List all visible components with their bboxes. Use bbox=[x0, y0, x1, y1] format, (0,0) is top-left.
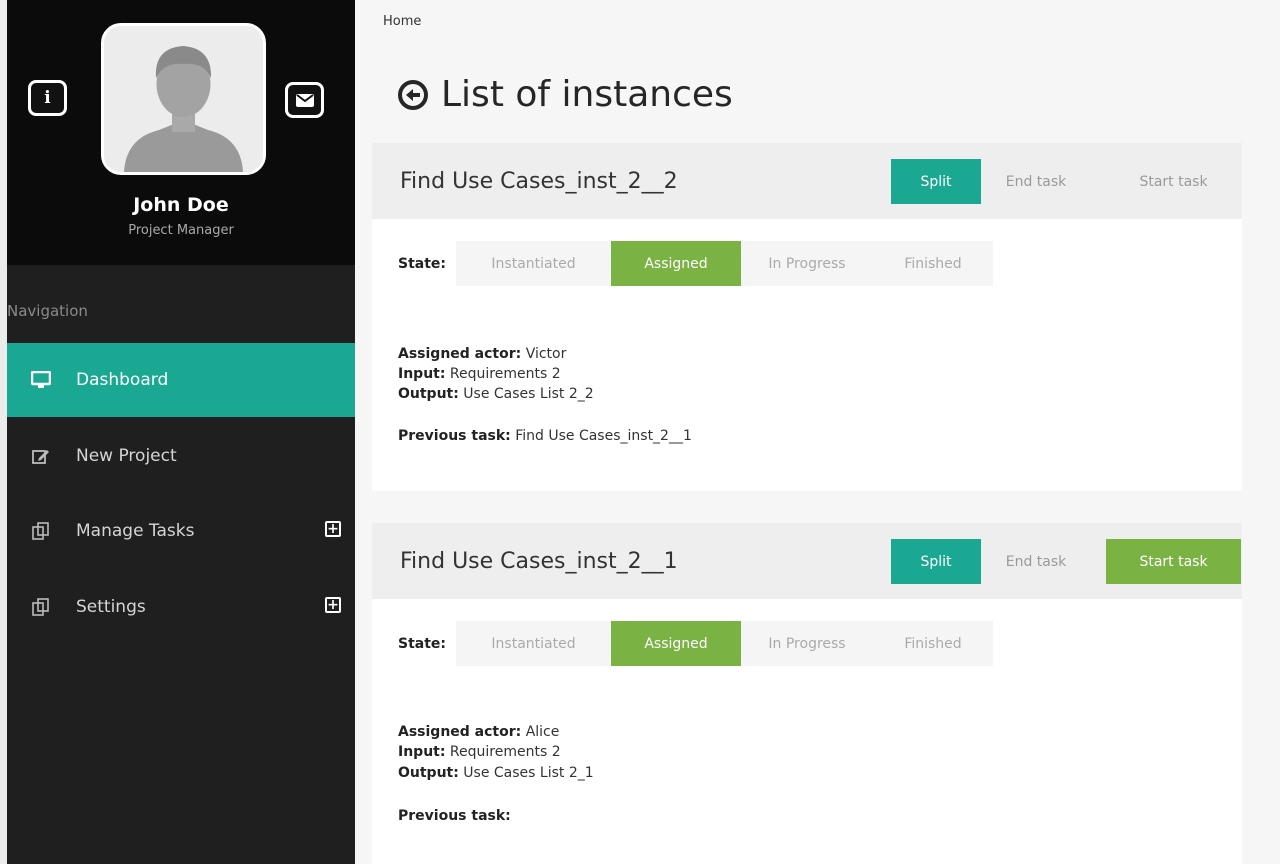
state-instantiated[interactable]: Instantiated bbox=[456, 241, 612, 286]
sidebar-item-label: New Project bbox=[76, 446, 177, 466]
start-task-button[interactable]: Start task bbox=[1106, 159, 1241, 204]
main-content: Home List of instances Find Use Cases_in… bbox=[355, 0, 1280, 864]
output-field: Output: Use Cases List 2_2 bbox=[398, 386, 594, 402]
state-row: State: Instantiated Assigned In Progress… bbox=[398, 621, 994, 666]
instance-card-body: State: Instantiated Assigned In Progress… bbox=[372, 599, 1242, 864]
info-icon[interactable]: i bbox=[28, 80, 67, 116]
instance-title: Find Use Cases_inst_2__1 bbox=[400, 548, 678, 574]
previous-task: Previous task: Find Use Cases_inst_2__1 bbox=[398, 428, 692, 444]
state-instantiated[interactable]: Instantiated bbox=[456, 621, 612, 666]
state-row: State: Instantiated Assigned In Progress… bbox=[398, 241, 994, 286]
output-field: Output: Use Cases List 2_1 bbox=[398, 765, 594, 781]
sidebar-item-new-project[interactable]: New Project bbox=[7, 419, 355, 493]
profile-panel: i John Doe Project Manager bbox=[7, 0, 355, 265]
sidebar-item-manage-tasks[interactable]: Manage Tasks + bbox=[7, 494, 355, 568]
state-finished[interactable]: Finished bbox=[873, 621, 994, 666]
input-field: Input: Requirements 2 bbox=[398, 366, 561, 382]
split-button[interactable]: Split bbox=[891, 159, 981, 204]
instance-card-header: Find Use Cases_inst_2__1 Split End task … bbox=[372, 523, 1242, 599]
edit-icon bbox=[30, 445, 52, 467]
split-button[interactable]: Split bbox=[891, 539, 981, 584]
sidebar-item-settings[interactable]: Settings + bbox=[7, 570, 355, 644]
assigned-actor: Assigned actor: Alice bbox=[398, 724, 560, 740]
state-assigned[interactable]: Assigned bbox=[611, 621, 742, 666]
assigned-actor: Assigned actor: Victor bbox=[398, 346, 567, 362]
instance-title: Find Use Cases_inst_2__2 bbox=[400, 168, 678, 194]
state-in-progress[interactable]: In Progress bbox=[741, 621, 874, 666]
mail-icon[interactable] bbox=[285, 82, 324, 118]
avatar[interactable] bbox=[101, 23, 266, 175]
breadcrumb[interactable]: Home bbox=[383, 14, 421, 29]
copy-icon bbox=[30, 596, 52, 618]
expand-plus-icon[interactable]: + bbox=[325, 521, 341, 537]
state-label: State: bbox=[398, 635, 447, 652]
instance-card-body: State: Instantiated Assigned In Progress… bbox=[372, 219, 1242, 491]
copy-icon bbox=[30, 520, 52, 542]
previous-task: Previous task: bbox=[398, 808, 511, 824]
sidebar: i John Doe Project Manager Navigation Da… bbox=[7, 0, 355, 864]
instance-card-header: Find Use Cases_inst_2__2 Split End task … bbox=[372, 143, 1242, 219]
state-label: State: bbox=[398, 255, 447, 272]
input-field: Input: Requirements 2 bbox=[398, 744, 561, 760]
page-title: List of instances bbox=[397, 74, 733, 115]
sidebar-item-label: Settings bbox=[76, 597, 146, 617]
back-circle-icon[interactable] bbox=[397, 79, 429, 111]
sidebar-item-dashboard[interactable]: Dashboard bbox=[7, 343, 355, 417]
user-name: John Doe bbox=[133, 194, 229, 216]
start-task-button[interactable]: Start task bbox=[1106, 539, 1241, 584]
expand-plus-icon[interactable]: + bbox=[325, 597, 341, 613]
state-finished[interactable]: Finished bbox=[873, 241, 994, 286]
state-in-progress[interactable]: In Progress bbox=[741, 241, 874, 286]
nav-heading: Navigation bbox=[7, 302, 88, 320]
page-title-text: List of instances bbox=[441, 74, 733, 115]
sidebar-item-label: Dashboard bbox=[76, 370, 169, 390]
monitor-icon bbox=[30, 369, 52, 391]
end-task-button[interactable]: End task bbox=[981, 159, 1091, 204]
user-role: Project Manager bbox=[128, 223, 234, 238]
end-task-button[interactable]: End task bbox=[981, 539, 1091, 584]
sidebar-item-label: Manage Tasks bbox=[76, 521, 195, 541]
state-assigned[interactable]: Assigned bbox=[611, 241, 742, 286]
